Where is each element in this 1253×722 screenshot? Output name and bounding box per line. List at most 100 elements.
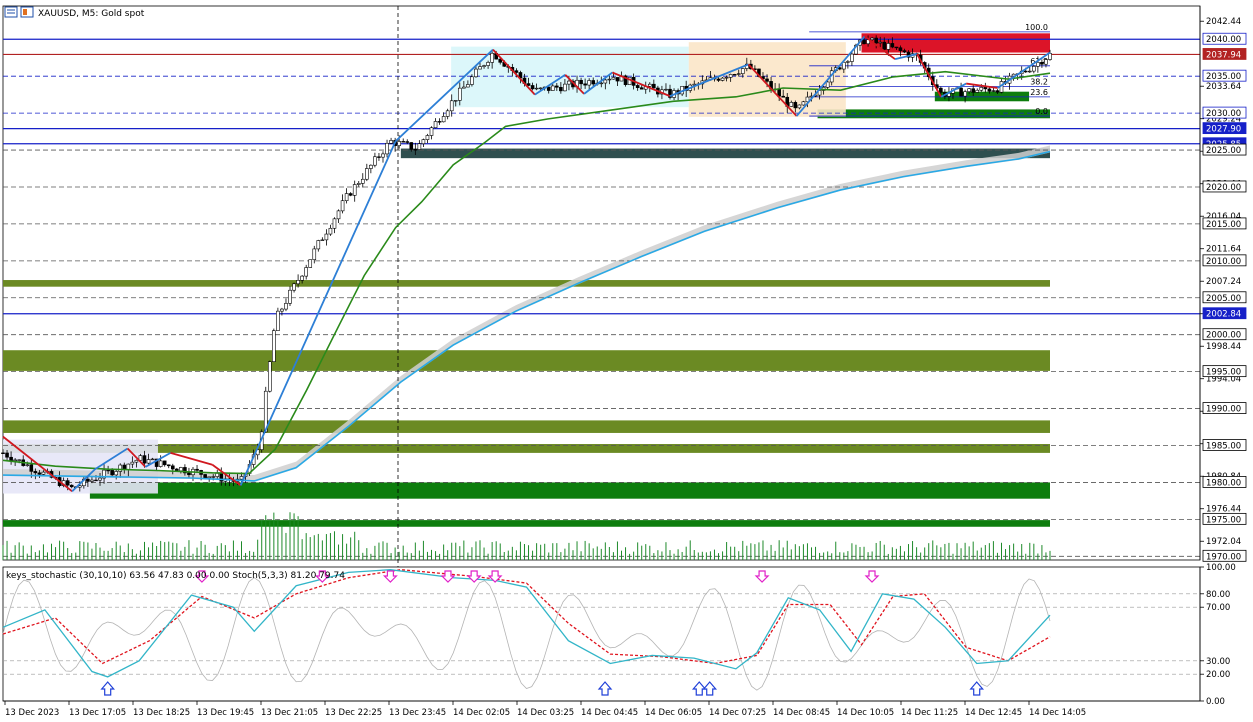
candle-body	[862, 39, 866, 45]
candle-body	[987, 88, 992, 92]
stoch-tick-label: 70.00	[1206, 603, 1230, 613]
candle-body	[134, 459, 139, 463]
price-axis: 2042.442033.642029.242024.842020.442016.…	[1199, 6, 1247, 562]
fib-level-label: 23.6	[1030, 88, 1048, 97]
candle-body	[65, 480, 70, 486]
candle-body	[740, 68, 745, 74]
candle-body	[526, 83, 531, 86]
candle-body	[639, 87, 644, 90]
candle-body	[158, 460, 163, 467]
time-tick-label: 13 Dec 19:45	[197, 708, 254, 718]
candle-body	[170, 465, 175, 470]
candle-body	[296, 280, 300, 285]
time-tick-label: 13 Dec 17:05	[69, 708, 126, 718]
candle-body	[284, 303, 288, 310]
candle-body	[530, 85, 535, 90]
candle-body	[377, 156, 381, 158]
candle-body	[268, 361, 272, 392]
candle-body	[352, 184, 357, 196]
candle-body	[146, 459, 151, 464]
price-level-tag-label: 2005.00	[1206, 294, 1241, 304]
candle-body	[360, 178, 365, 184]
candle-body	[457, 87, 462, 101]
candle-body	[389, 140, 393, 144]
candle-body	[385, 142, 389, 155]
candle-body	[736, 73, 741, 75]
candle-body	[825, 81, 830, 88]
candle-body	[466, 84, 470, 88]
candle-body	[971, 88, 975, 93]
candle-body	[732, 74, 737, 76]
candle-body	[449, 100, 454, 112]
zone-rect	[3, 280, 1050, 287]
candle-body	[126, 463, 131, 471]
candle-body	[211, 476, 216, 478]
candle-body	[1040, 62, 1044, 65]
candle-body	[130, 461, 135, 465]
chart-list-icon[interactable]	[4, 6, 18, 18]
candle-body	[886, 43, 891, 50]
candle-body	[462, 86, 466, 89]
candle-body	[1023, 70, 1028, 73]
candle-body	[870, 37, 874, 40]
candle-body	[890, 43, 895, 48]
candle-body	[652, 83, 656, 89]
candle-body	[179, 467, 183, 472]
candle-body	[635, 85, 640, 88]
time-tick-label: 14 Dec 14:05	[1029, 708, 1086, 718]
fib-level-label: 100.0	[1025, 23, 1048, 32]
stoch-tick-label: 0.00	[1206, 697, 1225, 707]
candle-body	[478, 66, 482, 70]
candle-body	[474, 68, 478, 78]
price-tick-label: 2011.64	[1206, 245, 1241, 255]
candle-body	[328, 227, 333, 235]
candle-body	[591, 80, 596, 85]
fib-level-label: 0.0	[1035, 107, 1048, 116]
candle-body	[348, 193, 353, 196]
candle-body	[559, 86, 563, 92]
candle-body	[336, 210, 341, 220]
candle-body	[405, 141, 410, 143]
candle-body	[195, 468, 199, 471]
time-tick-label: 13 Dec 23:45	[389, 708, 446, 718]
candle-body	[292, 283, 296, 291]
candle-body	[320, 239, 325, 241]
candle-body	[967, 88, 971, 92]
time-tick-label: 13 Dec 21:05	[261, 708, 318, 718]
candle-body	[98, 477, 102, 481]
time-tick-label: 14 Dec 12:45	[965, 708, 1022, 718]
candle-body	[421, 139, 426, 145]
candle-body	[789, 102, 794, 107]
fib-level-label: 38.2	[1030, 78, 1048, 87]
stochastic-pane[interactable]: 100.00 80.00 70.00 30.00 20.00 0.00	[2, 563, 1236, 707]
time-tick-label: 14 Dec 11:25	[901, 708, 958, 718]
candle-body	[106, 469, 110, 472]
candle-body	[611, 77, 616, 80]
candle-body	[207, 476, 211, 479]
candle-body	[546, 86, 551, 91]
candle-body	[793, 102, 798, 109]
candle-body	[1032, 66, 1036, 72]
candle-body	[647, 83, 652, 87]
candle-body	[514, 70, 519, 73]
candle-body	[1027, 70, 1032, 73]
candle-body	[878, 41, 883, 44]
candle-body	[765, 78, 769, 82]
zone-rect	[89, 482, 1050, 499]
candle-body	[308, 259, 313, 268]
candle-body	[166, 464, 171, 467]
candle-body	[538, 87, 543, 90]
price-tick-label: 2042.44	[1206, 17, 1241, 27]
time-tick-label: 14 Dec 03:25	[517, 708, 574, 718]
time-tick-label: 14 Dec 07:25	[709, 708, 766, 718]
candle-body	[29, 464, 34, 472]
candle-body	[17, 459, 21, 461]
price-level-tag-label: 1970.00	[1206, 552, 1241, 562]
candle-body	[41, 471, 46, 475]
candle-body	[344, 193, 349, 202]
trading-chart[interactable]: 100.061.838.223.60.0 100.0080.0070.0030.…	[0, 0, 1253, 722]
candle-body	[429, 127, 434, 136]
candle-body	[453, 100, 458, 102]
candle-body	[110, 469, 114, 476]
candle-body	[417, 143, 422, 150]
